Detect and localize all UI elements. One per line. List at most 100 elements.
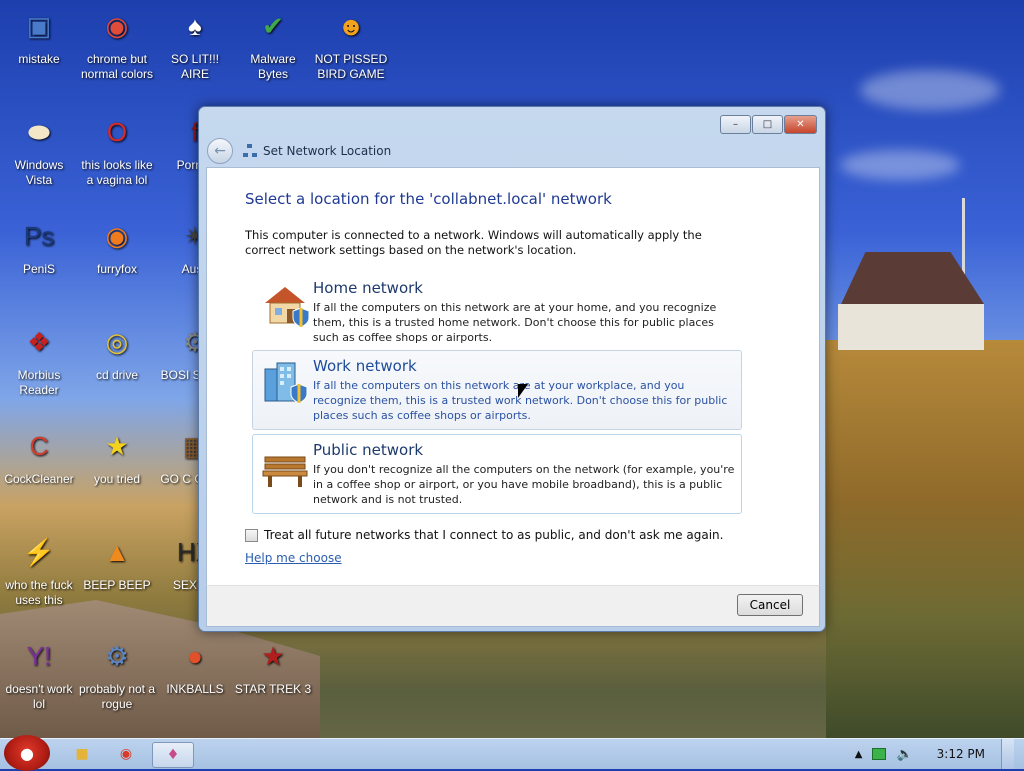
back-button[interactable]: ← bbox=[207, 138, 233, 164]
desktop-icon-label: PeniS bbox=[22, 262, 56, 276]
cloud bbox=[860, 70, 1000, 110]
desktop-icon-label: chrome but normal colors bbox=[80, 52, 154, 81]
taskbar: ● ■ ◉ ♦ ▲ 🔈 3:12 PM bbox=[0, 735, 1024, 771]
monitor-gears-icon: ⚙ bbox=[105, 640, 129, 671]
desktop-icon-label: doesn't work lol bbox=[5, 682, 73, 711]
desktop-icon-label: SO LIT!!! AIRE bbox=[170, 52, 219, 81]
public-network-description: If you don't recognize all the computers… bbox=[313, 463, 735, 506]
desktop-icon-label: probably not a rogue bbox=[78, 682, 156, 711]
taskbar-explorer[interactable]: ■ bbox=[62, 742, 102, 766]
show-hidden-icons-icon[interactable]: ▲ bbox=[855, 749, 863, 760]
title-buttons: – □ ✕ bbox=[720, 115, 817, 134]
desktop-icon-label: cd drive bbox=[95, 368, 139, 382]
home-network-description: If all the computers on this network are… bbox=[313, 301, 717, 344]
opera-icon: O bbox=[106, 116, 128, 147]
desktop-icon[interactable]: ✔ Malware Bytes bbox=[234, 4, 312, 82]
flash-bolt-icon: ⚡ bbox=[22, 536, 56, 567]
desktop-icon-label: mistake bbox=[18, 52, 60, 66]
show-desktop-button[interactable] bbox=[1001, 739, 1014, 769]
public-network-title: Public network bbox=[313, 441, 424, 459]
work-network-option[interactable]: Work network If all the computers on thi… bbox=[252, 350, 742, 430]
taskbar-chrome[interactable]: ◉ bbox=[106, 742, 146, 766]
treat-as-public-checkbox[interactable] bbox=[245, 528, 258, 542]
desktop-icon[interactable]: ▣ mistake bbox=[0, 4, 78, 67]
desktop-icon[interactable]: ⬬ Windows Vista bbox=[0, 110, 78, 188]
ccleaner-icon: C bbox=[29, 430, 49, 461]
desktop-icon[interactable]: Othis looks like a vagina lol bbox=[78, 110, 156, 188]
star-icon: ★ bbox=[105, 430, 129, 461]
desktop-icon-label: who the fuck uses this bbox=[5, 578, 73, 607]
vlc-icon: ▲ bbox=[104, 536, 130, 567]
cancel-button[interactable]: Cancel bbox=[737, 594, 803, 616]
desktop-icon[interactable]: Y! doesn't work lol bbox=[0, 634, 78, 712]
treat-as-public-row: Treat all future networks that I connect… bbox=[245, 528, 723, 542]
back-arrow-icon: ← bbox=[214, 143, 226, 159]
star-wars-icon: ★ bbox=[261, 640, 285, 671]
egg-icon: ⬬ bbox=[27, 116, 51, 147]
work-network-title: Work network bbox=[313, 357, 417, 375]
meadow bbox=[826, 340, 1024, 740]
nav-bar: ← Set Network Location bbox=[207, 137, 817, 165]
taskbar-network-dialog[interactable]: ♦ bbox=[152, 742, 194, 768]
photoshop-icon: Ps bbox=[23, 220, 55, 251]
close-button[interactable]: ✕ bbox=[784, 115, 817, 134]
inkball-icon: ● bbox=[187, 640, 203, 671]
maximize-button[interactable]: □ bbox=[752, 115, 783, 134]
bad-piggies-icon: ☻ bbox=[337, 10, 365, 41]
house bbox=[832, 252, 984, 350]
malwarebytes-icon: ✔ bbox=[262, 10, 284, 41]
cd-icon: ◎ bbox=[105, 326, 129, 357]
help-me-choose-link[interactable]: Help me choose bbox=[245, 551, 342, 565]
folder-icon: ■ bbox=[75, 746, 89, 762]
desktop-icon-label: CockCleaner bbox=[4, 472, 74, 486]
desktop-icon[interactable]: ◉ furryfox bbox=[78, 214, 156, 277]
desktop-icon[interactable]: Ps PeniS bbox=[0, 214, 78, 277]
network-status-icon[interactable] bbox=[872, 748, 887, 760]
system-tray: ▲ 🔈 3:12 PM bbox=[855, 739, 1024, 769]
cloud bbox=[840, 150, 960, 180]
work-network-icon bbox=[264, 362, 308, 404]
start-button[interactable]: ● bbox=[4, 735, 50, 771]
clock[interactable]: 3:12 PM bbox=[937, 747, 985, 761]
volume-icon[interactable]: 🔈 bbox=[896, 747, 912, 762]
desktop-icon[interactable]: ❖ Morbius Reader bbox=[0, 320, 78, 398]
desktop-icon[interactable]: C CockCleaner bbox=[0, 424, 78, 487]
desktop-icon[interactable]: ▲ BEEP BEEP bbox=[78, 530, 156, 593]
desktop-icon[interactable]: ◎ cd drive bbox=[78, 320, 156, 383]
chrome-icon: ◉ bbox=[119, 746, 133, 762]
desktop-icon[interactable]: ⚙ probably not a rogue bbox=[78, 634, 156, 712]
set-network-location-dialog: – □ ✕ ← Set Network Location Select a lo… bbox=[198, 106, 826, 632]
desktop-icon[interactable]: ★ you tried bbox=[78, 424, 156, 487]
desktop-icon[interactable]: ★ STAR TREK 3 bbox=[234, 634, 312, 697]
desktop-icon[interactable]: ● INKBALLS bbox=[156, 634, 234, 697]
desktop-icon-label: you tried bbox=[93, 472, 141, 486]
network-dialog-icon: ♦ bbox=[166, 747, 180, 763]
desktop-icon[interactable]: ☻ NOT PISSED BIRD GAME bbox=[312, 4, 390, 82]
desktop-icon-label: NOT PISSED BIRD GAME bbox=[314, 52, 388, 81]
public-network-option[interactable]: Public network If you don't recognize al… bbox=[252, 434, 742, 514]
angry-bird-icon: ● bbox=[20, 743, 34, 763]
desktop-icon-label: BEEP BEEP bbox=[83, 578, 151, 592]
desktop-icon-label: Morbius Reader bbox=[17, 368, 61, 397]
public-network-icon bbox=[262, 456, 308, 487]
desktop-icon-label: STAR TREK 3 bbox=[234, 682, 312, 696]
home-network-option[interactable]: Home network If all the computers on thi… bbox=[252, 272, 742, 352]
desktop-icon-label: Windows Vista bbox=[14, 158, 64, 187]
desktop-icon[interactable]: ♠ SO LIT!!! AIRE bbox=[156, 4, 234, 82]
yahoo-icon: Y! bbox=[26, 640, 52, 671]
firefox-icon: ◉ bbox=[105, 220, 129, 251]
nav-title-text: Set Network Location bbox=[263, 144, 392, 158]
desktop-icon[interactable]: ⚡ who the fuck uses this bbox=[0, 530, 78, 608]
dialog-content: Select a location for the 'collabnet.loc… bbox=[206, 167, 820, 587]
desktop-icon-label: Malware Bytes bbox=[250, 52, 296, 81]
nav-title: Set Network Location bbox=[243, 144, 391, 158]
page-title: Select a location for the 'collabnet.loc… bbox=[245, 190, 612, 208]
desktop-icon[interactable]: ◉ chrome but normal colors bbox=[78, 4, 156, 82]
dialog-footer: Cancel bbox=[206, 585, 820, 627]
desktop-icon-label: INKBALLS bbox=[166, 682, 224, 696]
home-network-title: Home network bbox=[313, 279, 423, 297]
solitaire-icon: ♠ bbox=[188, 10, 202, 41]
minimize-button[interactable]: – bbox=[720, 115, 751, 134]
acrobat-icon: ❖ bbox=[27, 326, 51, 357]
intro-text: This computer is connected to a network.… bbox=[245, 228, 702, 257]
